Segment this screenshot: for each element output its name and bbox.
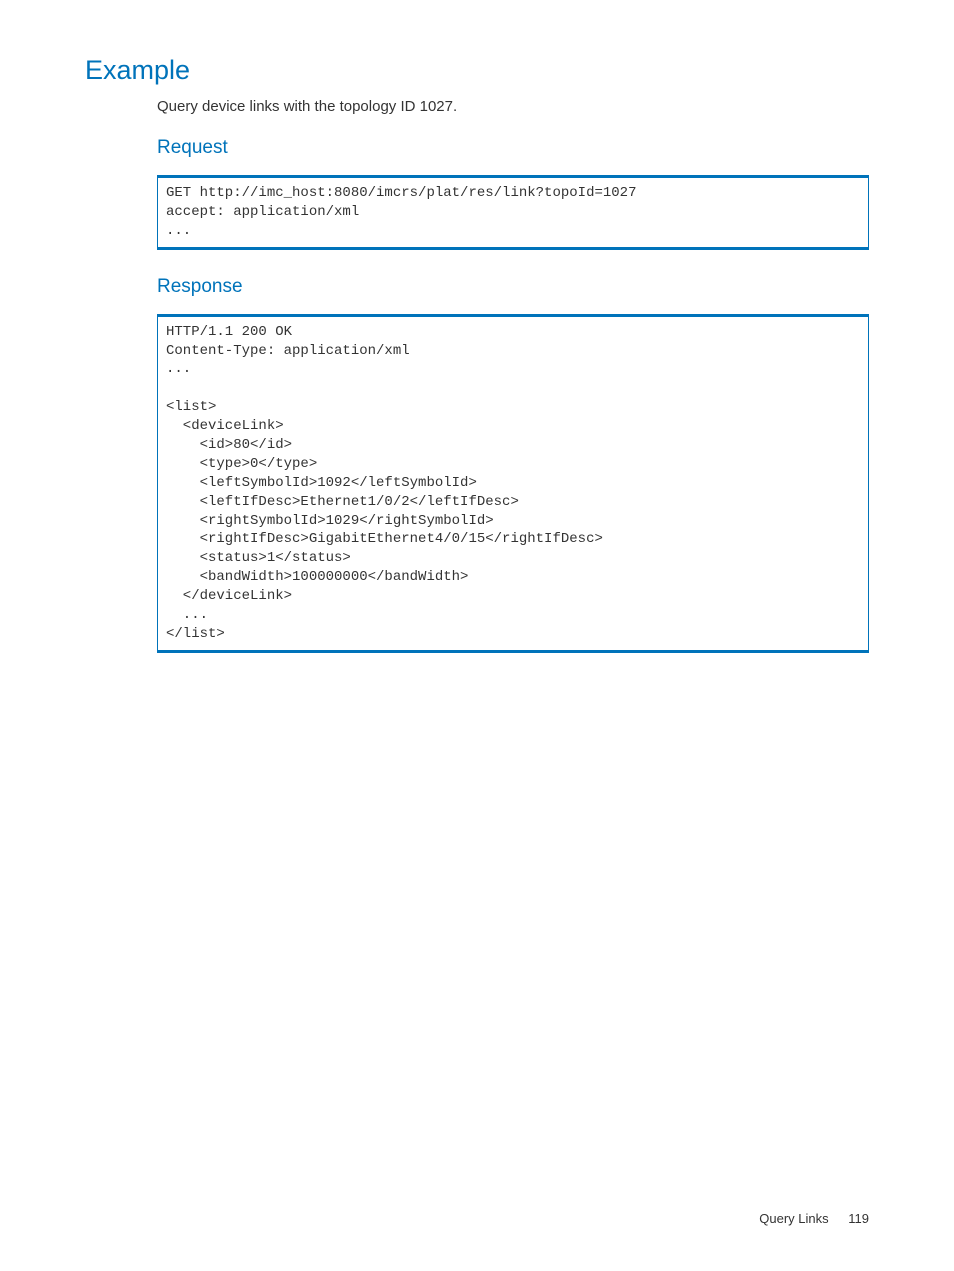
- request-heading: Request: [157, 137, 869, 159]
- request-code-block: GET http://imc_host:8080/imcrs/plat/res/…: [157, 175, 869, 250]
- footer-section-title: Query Links: [759, 1211, 828, 1226]
- example-description: Query device links with the topology ID …: [157, 98, 869, 115]
- example-heading: Example: [85, 55, 869, 86]
- page-footer: Query Links 119: [759, 1211, 869, 1226]
- response-code-block: HTTP/1.1 200 OK Content-Type: applicatio…: [157, 314, 869, 653]
- response-heading: Response: [157, 276, 869, 298]
- footer-page-number: 119: [848, 1211, 869, 1226]
